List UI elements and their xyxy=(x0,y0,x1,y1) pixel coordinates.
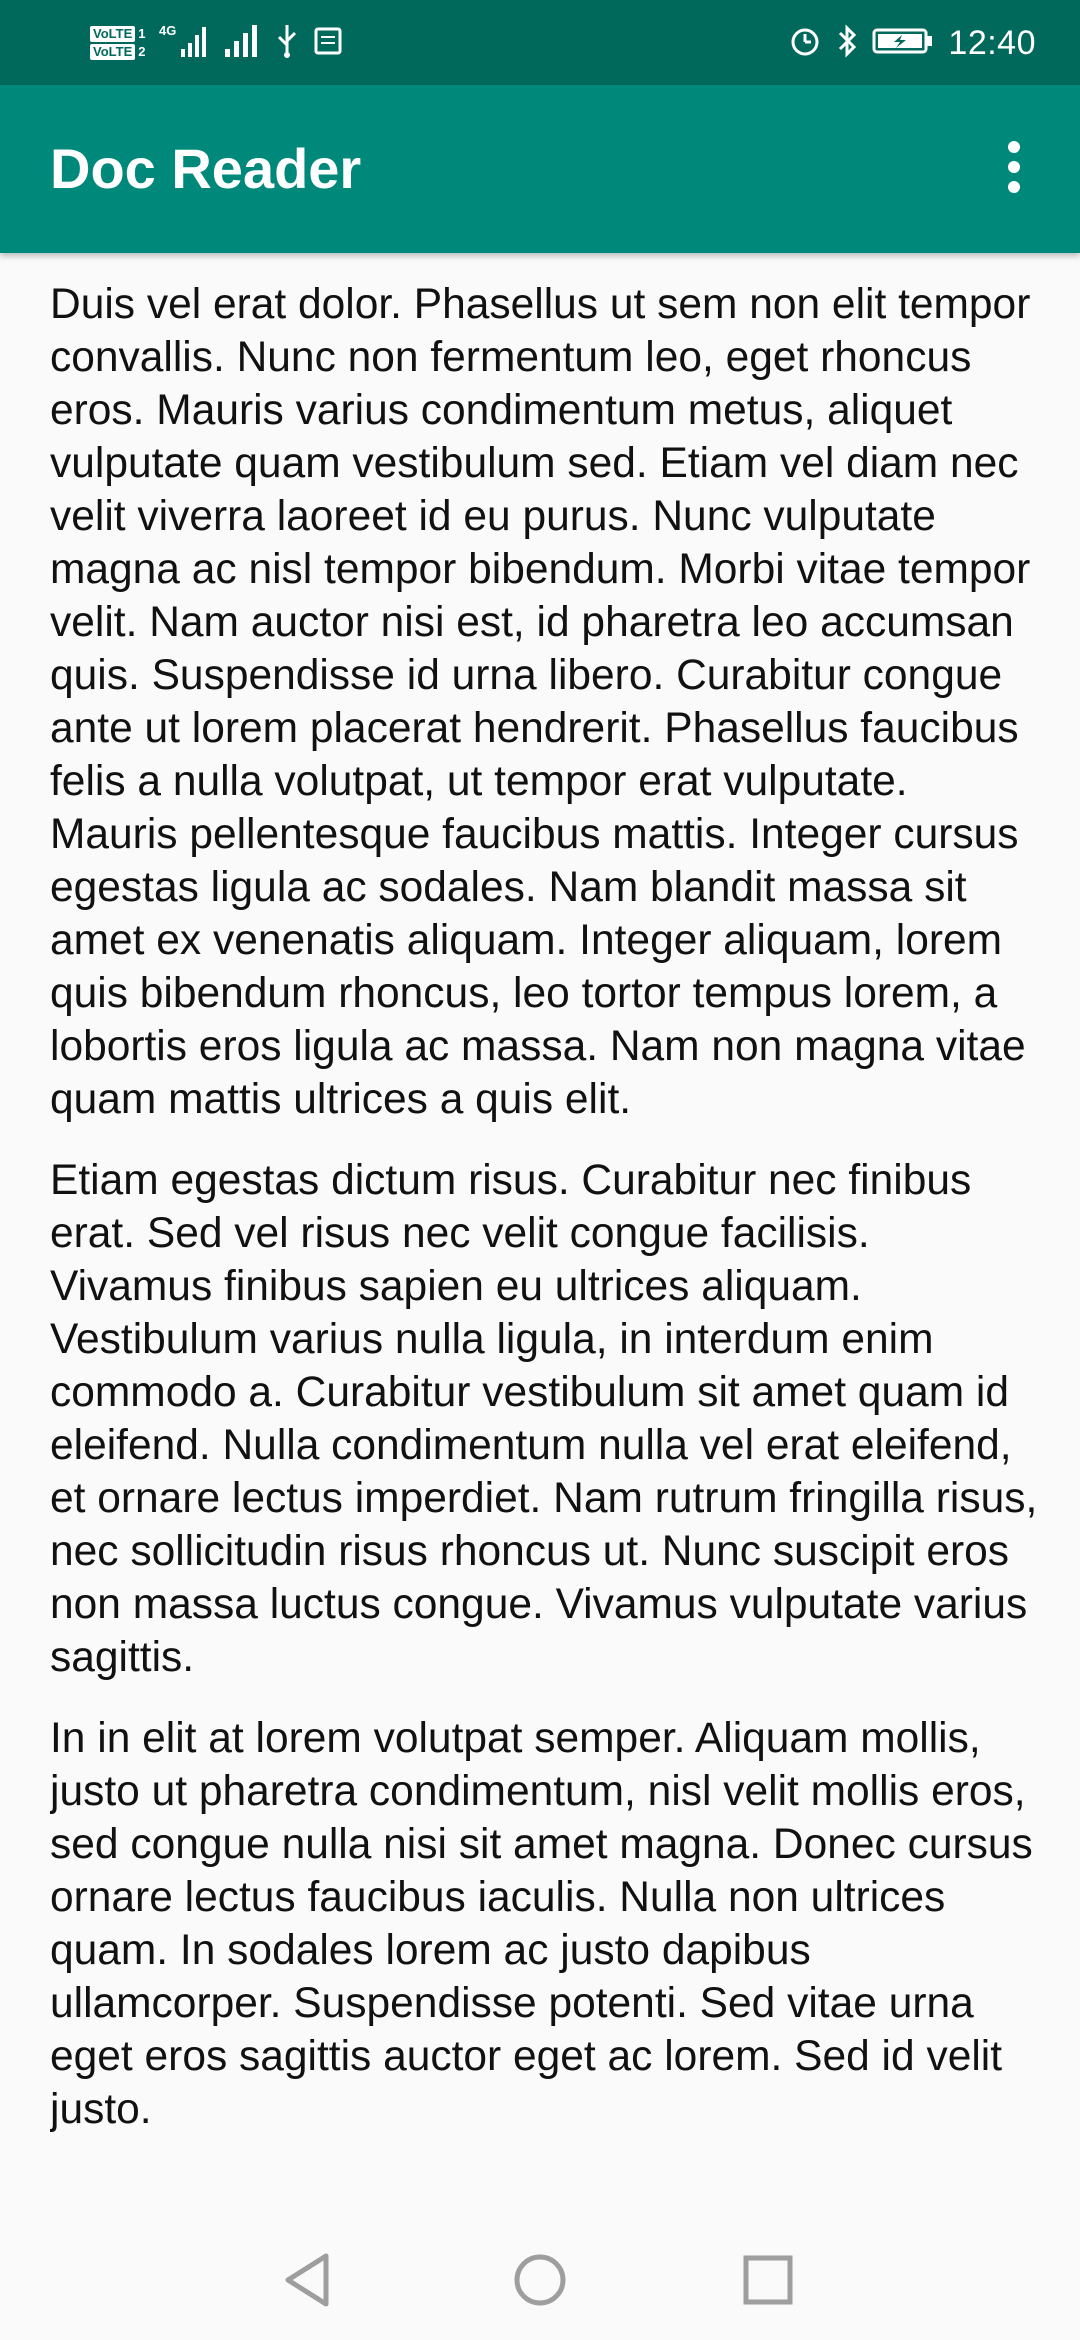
back-icon xyxy=(282,2252,334,2313)
home-button[interactable] xyxy=(510,2252,570,2312)
signal-4g-icon: 4G xyxy=(159,21,209,66)
sim-card-icon xyxy=(313,21,343,66)
usb-icon xyxy=(275,21,299,66)
recents-button[interactable] xyxy=(738,2252,798,2312)
status-bar-right: 12:40 xyxy=(788,14,1036,72)
document-content[interactable]: Duis vel erat dolor. Phasellus ut sem no… xyxy=(50,278,1040,2222)
recents-icon xyxy=(742,2254,794,2311)
battery-charging-icon xyxy=(872,21,934,66)
app-title: Doc Reader xyxy=(50,137,362,200)
signal-icon xyxy=(223,21,261,66)
status-clock: 12:40 xyxy=(948,23,1036,62)
bluetooth-icon xyxy=(836,21,858,66)
document-paragraph: Etiam egestas dictum risus. Curabitur ne… xyxy=(50,1157,1038,1681)
alarm-icon xyxy=(788,21,822,66)
status-bar: VoLTE 1 VoLTE 2 4G 12:40 xyxy=(0,0,1080,85)
svg-text:4G: 4G xyxy=(159,23,176,38)
app-toolbar: Doc Reader xyxy=(0,85,1080,253)
overflow-menu-button[interactable] xyxy=(966,121,1062,217)
back-button[interactable] xyxy=(278,2252,338,2312)
volte-icon: VoLTE 1 VoLTE 2 xyxy=(90,26,145,60)
document-paragraph: Duis vel erat dolor. Phasellus ut sem no… xyxy=(50,281,1031,1123)
status-bar-left: VoLTE 1 VoLTE 2 4G xyxy=(90,14,343,72)
navigation-bar xyxy=(0,2222,1080,2340)
more-vert-icon xyxy=(1004,139,1024,200)
document-paragraph: In in elit at lorem volutpat semper. Ali… xyxy=(50,1715,1033,2133)
home-icon xyxy=(512,2252,568,2313)
